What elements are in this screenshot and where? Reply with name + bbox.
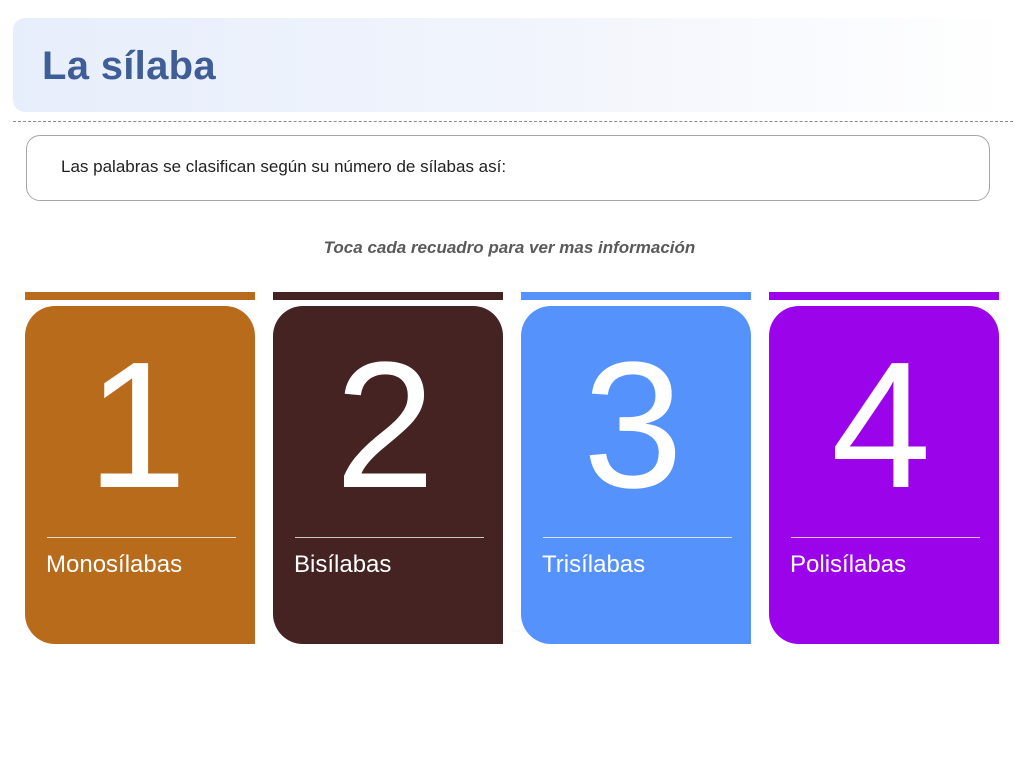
page-title: La sílaba	[42, 44, 216, 88]
card-polisilabas-group: 4 Polisílabas	[769, 292, 999, 644]
intro-text: Las palabras se clasifican según su núme…	[61, 157, 507, 176]
card-label: Monosílabas	[46, 551, 183, 578]
card-monosilabas-group: 1 Monosílabas	[25, 292, 255, 644]
card-number: 4	[830, 325, 932, 526]
card-trisilabas[interactable]: 3 Trisílabas	[521, 306, 751, 644]
card-top-bar	[25, 292, 255, 300]
card-bisilabas[interactable]: 2 Bisílabas	[273, 306, 503, 644]
instruction-text: Toca cada recuadro para ver mas informac…	[323, 238, 696, 257]
card-divider	[543, 537, 732, 538]
card-divider	[295, 537, 484, 538]
card-label: Bisílabas	[294, 551, 392, 578]
card-divider	[791, 537, 980, 538]
card-number: 3	[582, 325, 684, 526]
page-header: La sílaba	[13, 18, 1013, 112]
card-top-bar	[273, 292, 503, 300]
card-top-bar	[769, 292, 999, 300]
card-label: Trisílabas	[542, 551, 646, 578]
intro-box: Las palabras se clasifican según su núme…	[26, 135, 990, 201]
card-number: 1	[86, 325, 188, 526]
card-trisilabas-group: 3 Trisílabas	[521, 292, 751, 644]
card-number: 2	[334, 325, 436, 526]
header-divider	[13, 121, 1013, 122]
card-monosilabas[interactable]: 1 Monosílabas	[25, 306, 255, 644]
card-divider	[47, 537, 236, 538]
card-bisilabas-group: 2 Bisílabas	[273, 292, 503, 644]
card-label: Polisílabas	[790, 551, 907, 578]
card-top-bar	[521, 292, 751, 300]
card-polisilabas[interactable]: 4 Polisílabas	[769, 306, 999, 644]
